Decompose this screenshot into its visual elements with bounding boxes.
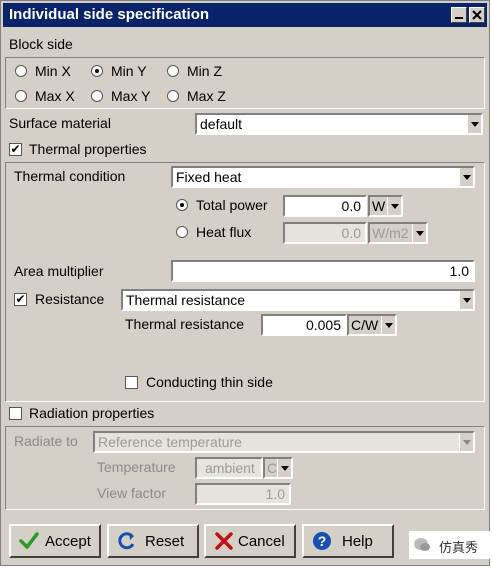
- accept-button[interactable]: Accept: [9, 524, 101, 558]
- block-side-group: [5, 57, 485, 109]
- area-multiplier-value: 1.0: [449, 263, 469, 279]
- title-bar: Individual side specification: [3, 3, 487, 27]
- conducting-thin-side-checkbox[interactable]: [125, 376, 138, 389]
- radiate-to-select[interactable]: Reference temperature: [93, 431, 475, 453]
- radio-max-y-label[interactable]: Max Y: [111, 88, 150, 104]
- radiate-to-value: Reference temperature: [98, 434, 242, 450]
- radiation-properties-checkbox[interactable]: [9, 407, 22, 420]
- watermark-text: 仿真秀: [439, 540, 479, 555]
- radio-max-x-label[interactable]: Max X: [35, 88, 75, 104]
- help-icon: ?: [313, 532, 331, 550]
- temperature-value: ambient: [205, 460, 255, 476]
- close-button[interactable]: [469, 7, 485, 23]
- help-button-label: Help: [342, 533, 373, 550]
- block-side-label: Block side: [9, 36, 73, 52]
- radio-total-power[interactable]: [176, 199, 188, 211]
- help-button[interactable]: ? Help: [302, 524, 394, 558]
- area-multiplier-input[interactable]: 1.0: [171, 260, 475, 282]
- heat-flux-unit: W/m2: [372, 225, 409, 241]
- dialog-window: Individual side specification Block side…: [0, 0, 492, 566]
- heat-flux-input[interactable]: 0.0: [283, 222, 367, 244]
- thermal-resistance-label: Thermal resistance: [125, 316, 245, 332]
- total-power-input[interactable]: 0.0: [283, 195, 367, 217]
- heat-flux-label[interactable]: Heat flux: [196, 224, 251, 240]
- resistance-checkbox[interactable]: ✔: [14, 293, 27, 306]
- accept-button-label: Accept: [45, 533, 91, 550]
- thermal-resistance-input[interactable]: 0.005: [261, 314, 347, 336]
- radiation-properties-label[interactable]: Radiation properties: [29, 405, 154, 421]
- area-multiplier-label: Area multiplier: [14, 263, 104, 279]
- temperature-input[interactable]: ambient: [195, 457, 263, 479]
- view-factor-label: View factor: [97, 485, 166, 501]
- heat-flux-value: 0.0: [341, 225, 361, 241]
- radio-min-z-label[interactable]: Min Z: [187, 63, 222, 79]
- temperature-unit: C: [267, 460, 278, 476]
- thermal-resistance-value: 0.005: [305, 317, 341, 333]
- thermal-properties-checkbox[interactable]: ✔: [9, 143, 22, 156]
- resistance-type-select[interactable]: Thermal resistance: [121, 289, 475, 311]
- watermark: 仿真秀: [409, 531, 492, 559]
- resistance-label[interactable]: Resistance: [35, 291, 104, 307]
- thermal-resistance-unit-select[interactable]: C/W: [347, 314, 397, 336]
- total-power-unit: W: [372, 198, 386, 214]
- svg-text:?: ?: [318, 533, 327, 549]
- thermal-condition-label: Thermal condition: [14, 168, 126, 184]
- x-icon: [215, 532, 233, 550]
- surface-material-label: Surface material: [9, 115, 111, 131]
- view-factor-input[interactable]: 1.0: [195, 483, 291, 505]
- conducting-thin-side-label[interactable]: Conducting thin side: [146, 374, 273, 390]
- thermal-resistance-unit: C/W: [351, 317, 379, 333]
- radio-heat-flux[interactable]: [176, 226, 188, 238]
- surface-material-select[interactable]: default: [195, 113, 483, 135]
- chevron-down-icon[interactable]: [387, 197, 401, 215]
- chevron-down-icon[interactable]: [412, 224, 426, 242]
- temperature-label: Temperature: [97, 459, 176, 475]
- minimize-button[interactable]: [451, 7, 467, 23]
- chevron-down-icon[interactable]: [381, 316, 395, 334]
- radio-max-y[interactable]: [91, 90, 103, 102]
- chat-bubble-icon: [414, 538, 430, 551]
- chevron-down-icon[interactable]: [459, 433, 473, 451]
- radio-min-y-label[interactable]: Min Y: [111, 63, 147, 79]
- thermal-condition-select[interactable]: Fixed heat: [171, 166, 475, 188]
- radio-min-x[interactable]: [15, 65, 27, 77]
- cancel-button[interactable]: Cancel: [204, 524, 296, 558]
- thermal-condition-value: Fixed heat: [176, 169, 242, 185]
- radio-min-y[interactable]: [91, 65, 103, 77]
- reset-button[interactable]: Reset: [107, 524, 199, 558]
- total-power-label[interactable]: Total power: [196, 197, 268, 213]
- resistance-type-value: Thermal resistance: [126, 292, 246, 308]
- reset-button-label: Reset: [145, 533, 185, 550]
- chevron-down-icon[interactable]: [467, 115, 481, 133]
- radio-min-x-label[interactable]: Min X: [35, 63, 71, 79]
- minimize-icon: [455, 17, 463, 19]
- close-icon: [472, 10, 482, 20]
- chevron-down-icon[interactable]: [277, 459, 291, 477]
- radio-max-x[interactable]: [15, 90, 27, 102]
- view-factor-value: 1.0: [265, 486, 285, 502]
- check-icon: [19, 532, 39, 549]
- radio-max-z[interactable]: [167, 90, 179, 102]
- surface-material-value: default: [200, 116, 243, 132]
- cancel-button-label: Cancel: [238, 533, 285, 550]
- heat-flux-unit-select[interactable]: W/m2: [368, 222, 428, 244]
- total-power-value: 0.0: [341, 198, 361, 214]
- radio-max-z-label[interactable]: Max Z: [187, 88, 226, 104]
- chevron-down-icon[interactable]: [459, 291, 473, 309]
- temperature-unit-select[interactable]: C: [263, 457, 293, 479]
- thermal-properties-label[interactable]: Thermal properties: [29, 141, 147, 157]
- radio-min-z[interactable]: [167, 65, 179, 77]
- radiate-to-label: Radiate to: [14, 433, 78, 449]
- window-title: Individual side specification: [9, 6, 210, 23]
- chevron-down-icon[interactable]: [459, 168, 473, 186]
- reset-icon: [118, 532, 135, 550]
- total-power-unit-select[interactable]: W: [368, 195, 403, 217]
